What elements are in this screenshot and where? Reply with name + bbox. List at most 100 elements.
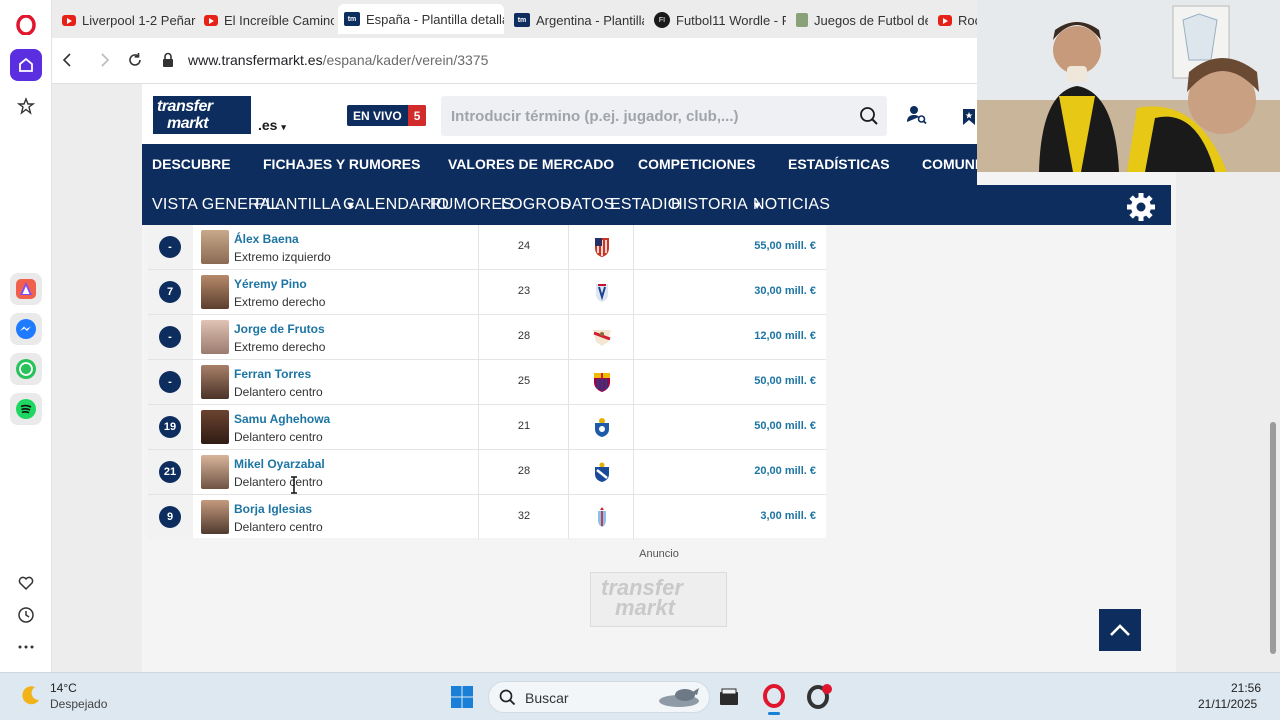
browser-tab[interactable]: El Increíble Camino d xyxy=(198,6,334,34)
subnav-datos[interactable]: DATOS xyxy=(560,185,615,225)
browser-tab[interactable]: Liverpool 1-2 Peñarol xyxy=(56,6,196,34)
subnav-noticias[interactable]: NOTICIAS xyxy=(753,185,830,225)
nav-item-descubre[interactable]: DESCUBRE xyxy=(152,144,231,185)
user-search-icon[interactable] xyxy=(906,104,928,131)
file-explorer-icon[interactable] xyxy=(718,686,740,713)
youtube-icon xyxy=(938,14,952,26)
aria-ai-icon[interactable] xyxy=(10,273,42,305)
nav-item-comunidad[interactable]: COMUNI xyxy=(922,144,979,185)
atletico-madrid-crest-icon[interactable] xyxy=(590,235,614,259)
browser-tab[interactable]: tm Argentina - Plantilla c xyxy=(508,6,644,34)
browser-tab[interactable]: Rock xyxy=(932,6,978,34)
scrollbar-thumb[interactable] xyxy=(1270,422,1276,654)
shirt-number: - xyxy=(159,236,181,258)
browser-tab[interactable]: Juegos de Futbol de xyxy=(790,6,928,34)
tab-title: Liverpool 1-2 Peñarol xyxy=(82,12,196,28)
reload-icon[interactable] xyxy=(126,51,144,74)
shirt-number-cell: 9 xyxy=(148,495,193,539)
real-sociedad-crest-icon[interactable] xyxy=(590,460,614,484)
bookmark-icon[interactable] xyxy=(962,108,976,131)
table-row: 19 Samu Aghehowa Delantero centro 21 50,… xyxy=(148,405,826,450)
scroll-to-top-button[interactable] xyxy=(1099,609,1141,651)
nav-item-fichajes[interactable]: FICHAJES Y RUMORES xyxy=(263,144,420,185)
forward-arrow-icon[interactable] xyxy=(96,51,112,74)
more-dots-icon[interactable] xyxy=(10,631,42,663)
table-row: 21 Mikel Oyarzabal Delantero centro 28 2… xyxy=(148,450,826,495)
subnav-estadio[interactable]: ESTADIO xyxy=(610,185,680,225)
back-arrow-icon[interactable] xyxy=(60,51,76,74)
youtube-icon xyxy=(204,14,218,26)
taskbar-search[interactable]: Buscar xyxy=(488,681,710,713)
player-name-link[interactable]: Ferran Torres xyxy=(234,367,311,381)
player-photo[interactable] xyxy=(201,365,229,399)
fc-barcelona-crest-icon[interactable] xyxy=(590,370,614,394)
home-icon[interactable] xyxy=(10,49,42,81)
nav-item-valores[interactable]: VALORES DE MERCADO xyxy=(448,144,614,185)
market-value-link[interactable]: 50,00 mill. € xyxy=(754,420,816,432)
column-divider xyxy=(633,270,634,314)
whatsapp-icon[interactable] xyxy=(10,353,42,385)
player-photo[interactable] xyxy=(201,500,229,534)
lock-icon[interactable] xyxy=(162,52,174,73)
opera-gx-taskbar-icon[interactable] xyxy=(807,683,833,714)
domain-selector[interactable]: .es ▾ xyxy=(258,117,286,133)
column-divider xyxy=(568,315,569,359)
clock-time[interactable]: 21:56 xyxy=(1231,681,1261,695)
player-name-link[interactable]: Samu Aghehowa xyxy=(234,412,330,426)
page-scrollbar[interactable] xyxy=(1267,84,1280,672)
weather-temp[interactable]: 14°C xyxy=(50,681,77,695)
player-photo[interactable] xyxy=(201,230,229,264)
opera-taskbar-icon[interactable] xyxy=(762,684,786,713)
nav-item-competiciones[interactable]: COMPETICIONES xyxy=(638,144,755,185)
live-button[interactable]: EN VIVO 5 xyxy=(347,105,427,126)
fc-porto-crest-icon[interactable] xyxy=(590,415,614,439)
subnav-plantilla[interactable]: PLANTILLA ▼ xyxy=(255,185,356,225)
pinboard-icon[interactable] xyxy=(10,90,42,122)
player-name-link[interactable]: Jorge de Frutos xyxy=(234,322,325,336)
crystal-palace-crest-icon[interactable] xyxy=(590,280,614,304)
subnav-historia[interactable]: HISTORIA ▼ xyxy=(671,185,763,225)
taskbar-search-placeholder: Buscar xyxy=(525,690,569,706)
messenger-icon[interactable] xyxy=(10,313,42,345)
market-value-link[interactable]: 30,00 mill. € xyxy=(754,285,816,297)
transfermarkt-logo[interactable]: transfer markt xyxy=(153,96,251,134)
player-photo[interactable] xyxy=(201,410,229,444)
market-value-link[interactable]: 3,00 mill. € xyxy=(760,510,816,522)
player-photo[interactable] xyxy=(201,455,229,489)
player-name-link[interactable]: Borja Iglesias xyxy=(234,502,312,516)
column-divider xyxy=(568,450,569,494)
player-name-link[interactable]: Álex Baena xyxy=(234,232,299,246)
nav-item-estadisticas[interactable]: ESTADÍSTICAS xyxy=(788,144,890,185)
windows-start-icon[interactable] xyxy=(450,685,474,714)
celta-vigo-crest-icon[interactable] xyxy=(590,505,614,529)
player-photo[interactable] xyxy=(201,275,229,309)
column-divider xyxy=(568,405,569,449)
browser-tab[interactable]: FI Futbol11 Wordle - Pl xyxy=(648,6,786,34)
heart-icon[interactable] xyxy=(10,567,42,599)
browser-tab-active[interactable]: tm España - Plantilla detallad xyxy=(338,4,504,34)
rayo-vallecano-crest-icon[interactable] xyxy=(590,325,614,349)
clock-date[interactable]: 21/11/2025 xyxy=(1198,697,1257,711)
gear-icon[interactable] xyxy=(1125,191,1157,228)
column-divider xyxy=(633,225,634,269)
player-name-link[interactable]: Mikel Oyarzabal xyxy=(234,457,325,471)
moon-weather-icon[interactable] xyxy=(20,684,42,711)
search-input[interactable] xyxy=(451,96,851,136)
market-value-link[interactable]: 12,00 mill. € xyxy=(754,330,816,342)
market-value-link[interactable]: 55,00 mill. € xyxy=(754,240,816,252)
tab-title: Juegos de Futbol de xyxy=(814,12,928,28)
spotify-icon[interactable] xyxy=(10,393,42,425)
browser-sidebar xyxy=(0,0,52,672)
weather-desc[interactable]: Despejado xyxy=(50,697,107,711)
market-value-link[interactable]: 50,00 mill. € xyxy=(754,375,816,387)
active-app-indicator xyxy=(768,712,780,715)
opera-logo-icon[interactable] xyxy=(10,9,42,41)
market-value-link[interactable]: 20,00 mill. € xyxy=(754,465,816,477)
search-icon[interactable] xyxy=(859,106,879,131)
column-divider xyxy=(568,225,569,269)
url-domain: www.transfermarkt.es xyxy=(188,52,323,68)
player-photo[interactable] xyxy=(201,320,229,354)
history-clock-icon[interactable] xyxy=(10,599,42,631)
url-field[interactable]: www.transfermarkt.es/espana/kader/verein… xyxy=(188,52,488,68)
player-name-link[interactable]: Yéremy Pino xyxy=(234,277,307,291)
